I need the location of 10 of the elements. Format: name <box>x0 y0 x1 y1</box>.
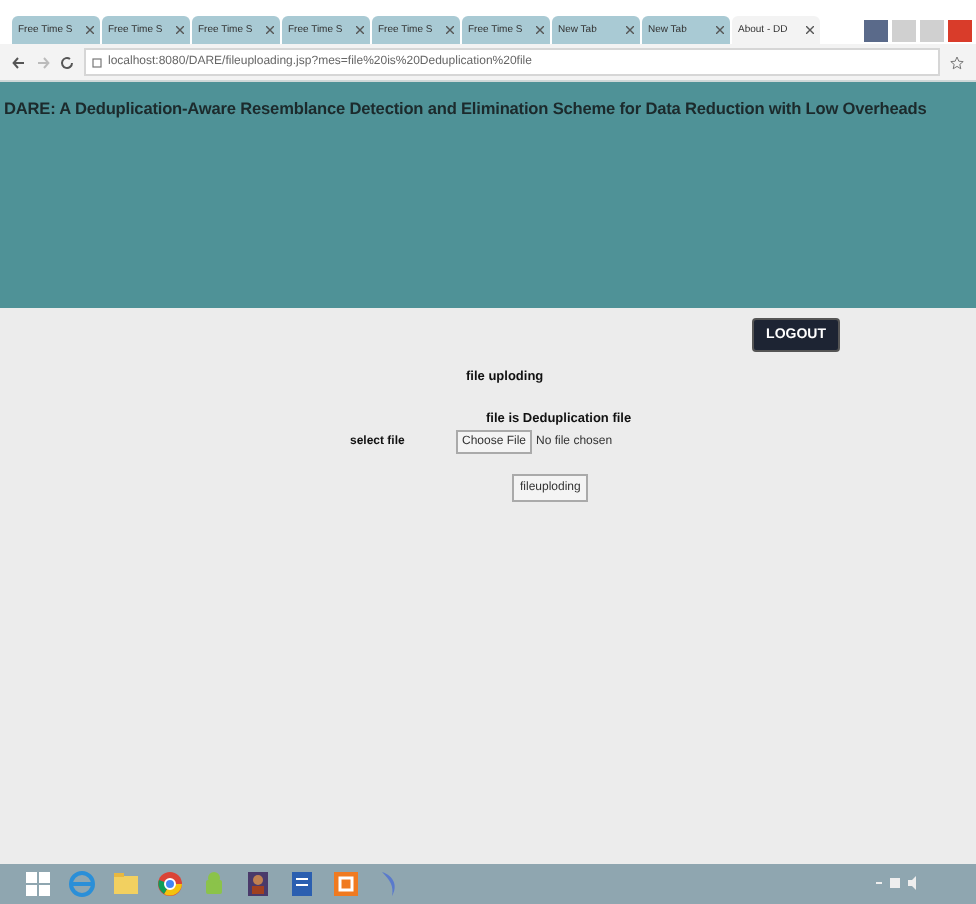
figure-icon[interactable] <box>244 870 272 898</box>
page-icon <box>92 57 102 67</box>
page-title: DARE: A Deduplication-Aware Resemblance Detection and Elimination Scheme for Data Reduction with Low Overheads <box>4 98 929 118</box>
chrome-icon[interactable] <box>156 870 184 898</box>
back-icon[interactable] <box>12 55 26 69</box>
windows-icon[interactable] <box>24 870 52 898</box>
server-icon[interactable] <box>332 870 360 898</box>
star-icon[interactable] <box>950 55 964 69</box>
document-icon[interactable] <box>288 870 316 898</box>
reload-icon[interactable] <box>60 55 74 69</box>
